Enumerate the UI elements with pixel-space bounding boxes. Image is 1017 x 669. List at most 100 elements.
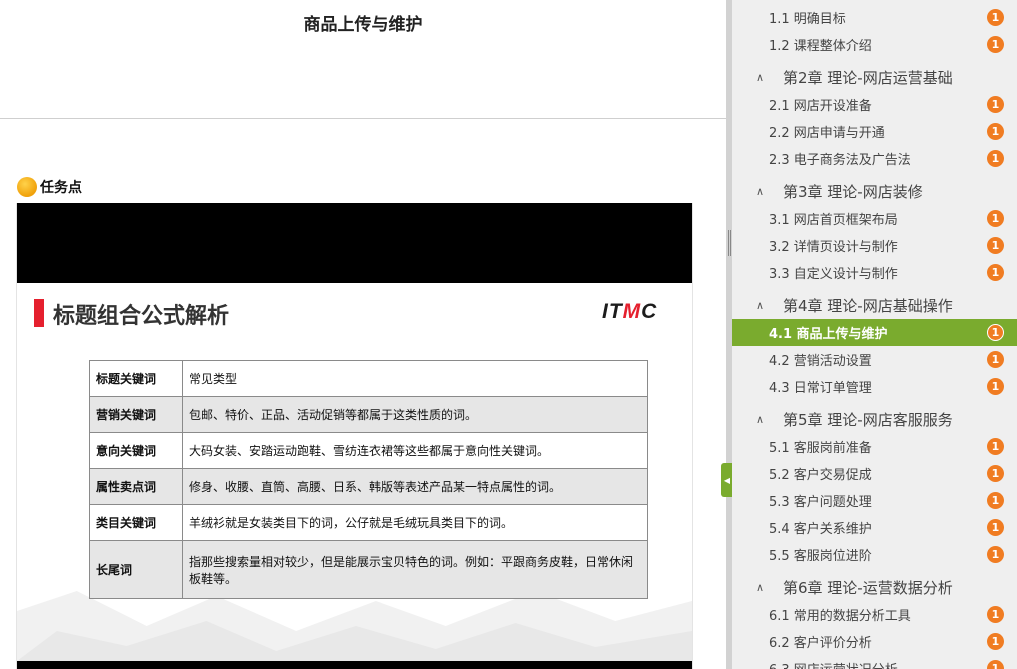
lesson-label: 3.1 网店首页框架布局	[769, 213, 898, 228]
lesson-label: 2.3 电子商务法及广告法	[769, 153, 911, 168]
chevron-up-icon: ∧	[756, 299, 765, 312]
sidebar-chapter-6[interactable]: ∧ 第6章 理论-运营数据分析	[732, 571, 1017, 604]
chapter-label: 第2章 理论-网店运营基础	[783, 69, 953, 87]
table-row: 标题关键词 常见类型	[89, 360, 648, 397]
sidebar-lesson-2-1[interactable]: 2.1 网店开设准备 1	[732, 91, 1017, 118]
table-row: 长尾词 指那些搜索量相对较少，但是能展示宝贝特色的词。例如：平跟商务皮鞋，日常休…	[89, 540, 648, 599]
lesson-label: 2.1 网店开设准备	[769, 99, 872, 114]
sidebar-lesson-5-4[interactable]: 5.4 客户关系维护 1	[732, 514, 1017, 541]
table-value-cell: 羊绒衫就是女装类目下的词，公仔就是毛绒玩具类目下的词。	[182, 504, 648, 541]
table-value-cell: 指那些搜索量相对较少，但是能展示宝贝特色的词。例如：平跟商务皮鞋，日常休闲板鞋等…	[182, 540, 648, 599]
task-count-badge: 1	[987, 150, 1004, 167]
lesson-label: 5.5 客服岗位进阶	[769, 549, 872, 564]
table-value-cell: 包邮、特价、正品、活动促销等都属于这类性质的词。	[182, 396, 648, 433]
task-point-text: 任务点	[40, 180, 82, 196]
keyword-table: 标题关键词 常见类型 营销关键词 包邮、特价、正品、活动促销等都属于这类性质的词…	[89, 360, 648, 599]
page-title: 商品上传与维护	[303, 15, 423, 35]
sidebar-lesson-1-2[interactable]: 1.2 课程整体介绍 1	[732, 31, 1017, 58]
lesson-label: 4.3 日常订单管理	[769, 381, 872, 396]
lesson-label: 3.3 自定义设计与制作	[769, 267, 898, 282]
sidebar-lesson-6-2[interactable]: 6.2 客户评价分析 1	[732, 628, 1017, 655]
table-value-cell: 修身、收腰、直筒、高腰、日系、韩版等表述产品某一特点属性的词。	[182, 468, 648, 505]
table-key-cell: 标题关键词	[89, 360, 183, 397]
logo-prefix: IT	[602, 300, 623, 323]
lesson-label: 1.1 明确目标	[769, 12, 846, 27]
sidebar-lesson-3-2[interactable]: 3.2 详情页设计与制作 1	[732, 232, 1017, 259]
sidebar-lesson-2-2[interactable]: 2.2 网店申请与开通 1	[732, 118, 1017, 145]
lesson-label: 3.2 详情页设计与制作	[769, 240, 898, 255]
table-key-cell: 长尾词	[89, 540, 183, 599]
sidebar-chapter-3[interactable]: ∧ 第3章 理论-网店装修	[732, 175, 1017, 208]
lesson-label: 6.2 客户评价分析	[769, 636, 872, 651]
task-count-badge: 1	[987, 351, 1004, 368]
sidebar-lesson-6-3[interactable]: 6.3 网店运营状况分析 1	[732, 655, 1017, 669]
task-count-badge: 1	[987, 210, 1004, 227]
sidebar-lesson-5-2[interactable]: 5.2 客户交易促成 1	[732, 460, 1017, 487]
task-count-badge: 1	[987, 264, 1004, 281]
sidebar-chapter-5[interactable]: ∧ 第5章 理论-网店客服服务	[732, 403, 1017, 436]
table-row: 意向关键词 大码女装、安踏运动跑鞋、雪纺连衣裙等这些都属于意向性关键词。	[89, 432, 648, 469]
lesson-label: 4.2 营销活动设置	[769, 354, 872, 369]
table-key-cell: 营销关键词	[89, 396, 183, 433]
task-count-badge: 1	[987, 660, 1004, 669]
lesson-label: 5.4 客户关系维护	[769, 522, 872, 537]
logo-accent: M	[622, 300, 642, 323]
task-count-badge: 1	[987, 438, 1004, 455]
logo-suffix: C	[641, 300, 658, 323]
chapter-label: 第3章 理论-网店装修	[783, 183, 923, 201]
sidebar-lesson-4-3[interactable]: 4.3 日常订单管理 1	[732, 373, 1017, 400]
slide-heading: 标题组合公式解析	[53, 304, 230, 329]
sidebar-lesson-2-3[interactable]: 2.3 电子商务法及广告法 1	[732, 145, 1017, 172]
sidebar-lesson-4-2[interactable]: 4.2 营销活动设置 1	[732, 346, 1017, 373]
lesson-label: 6.3 网店运营状况分析	[769, 659, 898, 669]
task-count-badge: 1	[987, 9, 1004, 26]
lesson-label: 6.1 常用的数据分析工具	[769, 609, 911, 624]
itmc-logo: ITMC	[602, 300, 657, 324]
slide-top-bar	[17, 203, 692, 283]
task-count-badge: 1	[987, 324, 1004, 341]
lesson-label: 1.2 课程整体介绍	[769, 39, 872, 54]
sidebar-lesson-5-5[interactable]: 5.5 客服岗位进阶 1	[732, 541, 1017, 568]
lesson-label: 5.1 客服岗前准备	[769, 441, 872, 456]
chapter-label: 第5章 理论-网店客服服务	[783, 411, 953, 429]
app-root: 商品上传与维护 任务点 标题组合公式解析 ITMC 标题关键词 常见类型 营销关…	[0, 0, 1017, 669]
sidebar-lesson-3-3[interactable]: 3.3 自定义设计与制作 1	[732, 259, 1017, 286]
header-divider	[0, 118, 726, 119]
sidebar-lesson-1-1[interactable]: 1.1 明确目标 1	[732, 4, 1017, 31]
task-count-badge: 1	[987, 237, 1004, 254]
task-status-icon	[17, 177, 37, 197]
splitter-grip-handle[interactable]	[728, 230, 731, 256]
task-count-badge: 1	[987, 465, 1004, 482]
sidebar-lesson-4-1-active[interactable]: 4.1 商品上传与维护 1	[732, 319, 1017, 346]
slide-viewer[interactable]: 标题组合公式解析 ITMC 标题关键词 常见类型 营销关键词 包邮、特价、正品、…	[16, 203, 693, 669]
chapter-label: 第6章 理论-运营数据分析	[783, 579, 953, 597]
task-count-badge: 1	[987, 546, 1004, 563]
task-count-badge: 1	[987, 633, 1004, 650]
task-count-badge: 1	[987, 36, 1004, 53]
chapter-label: 第4章 理论-网店基础操作	[783, 297, 953, 315]
lesson-label: 2.2 网店申请与开通	[769, 126, 885, 141]
chevron-up-icon: ∧	[756, 581, 765, 594]
slide-bottom-bar	[17, 661, 692, 669]
sidebar-chapter-2[interactable]: ∧ 第2章 理论-网店运营基础	[732, 61, 1017, 94]
table-row: 营销关键词 包邮、特价、正品、活动促销等都属于这类性质的词。	[89, 396, 648, 433]
task-point-label[interactable]: 任务点	[17, 177, 82, 197]
task-count-badge: 1	[987, 123, 1004, 140]
course-outline-sidebar: 1.1 明确目标 1 1.2 课程整体介绍 1 ∧ 第2章 理论-网店运营基础 …	[732, 0, 1017, 669]
chevron-up-icon: ∧	[756, 71, 765, 84]
task-count-badge: 1	[987, 96, 1004, 113]
sidebar-lesson-5-1[interactable]: 5.1 客服岗前准备 1	[732, 433, 1017, 460]
sidebar-lesson-5-3[interactable]: 5.3 客户问题处理 1	[732, 487, 1017, 514]
table-key-cell: 类目关键词	[89, 504, 183, 541]
task-count-badge: 1	[987, 606, 1004, 623]
task-count-badge: 1	[987, 519, 1004, 536]
lesson-label: 5.3 客户问题处理	[769, 495, 872, 510]
table-key-cell: 意向关键词	[89, 432, 183, 469]
heading-accent-bar	[34, 299, 44, 327]
task-count-badge: 1	[987, 492, 1004, 509]
sidebar-chapter-4[interactable]: ∧ 第4章 理论-网店基础操作	[732, 289, 1017, 322]
lesson-label: 4.1 商品上传与维护	[769, 327, 888, 342]
sidebar-lesson-6-1[interactable]: 6.1 常用的数据分析工具 1	[732, 601, 1017, 628]
sidebar-lesson-3-1[interactable]: 3.1 网店首页框架布局 1	[732, 205, 1017, 232]
table-value-cell: 常见类型	[182, 360, 648, 397]
